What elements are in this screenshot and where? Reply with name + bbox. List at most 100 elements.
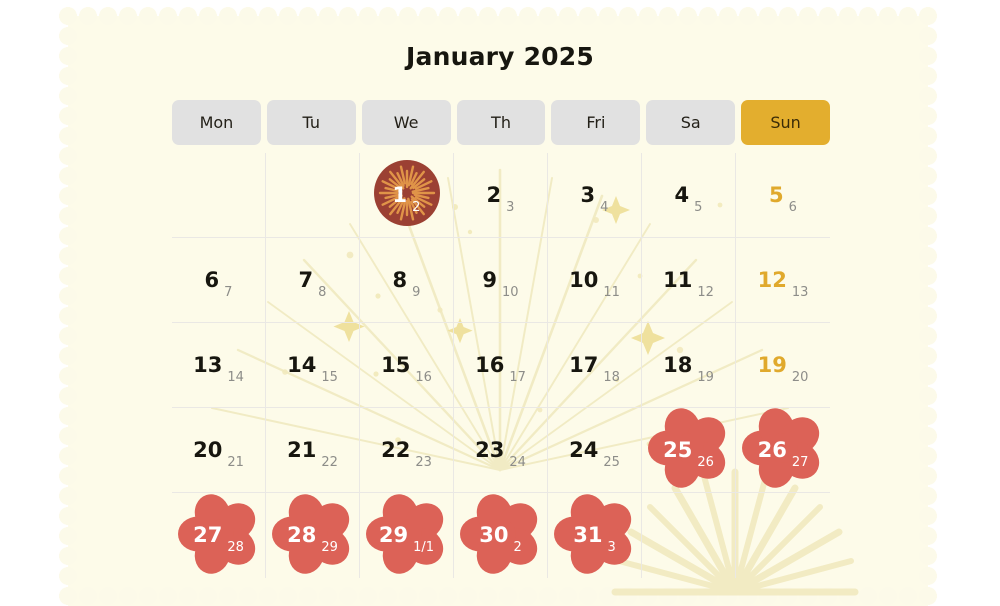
day-number: 19 bbox=[757, 352, 787, 377]
day-number: 29 bbox=[378, 523, 409, 547]
lunar-day-number: 15 bbox=[321, 369, 338, 385]
day-number: 26 bbox=[757, 437, 787, 462]
day-number-group: 34 bbox=[580, 182, 609, 214]
day-number-group: 10 11 bbox=[569, 269, 620, 299]
day-number: 22 bbox=[381, 437, 411, 462]
weekday-pill-sa[interactable]: Sa bbox=[646, 100, 736, 145]
day-number-group: 22 23 bbox=[381, 437, 432, 469]
calendar-day-cell[interactable]: 21 22 bbox=[266, 408, 360, 493]
lunar-day-number: 2 bbox=[513, 540, 522, 555]
lunar-day-number: 23 bbox=[415, 454, 432, 470]
calendar-day-cell[interactable]: 34 bbox=[548, 153, 642, 238]
day-number-group: 67 bbox=[205, 269, 233, 299]
day-number: 17 bbox=[569, 352, 599, 377]
day-number-group: 26 27 bbox=[757, 437, 809, 469]
weekday-pill-we[interactable]: We bbox=[361, 100, 451, 145]
calendar-day-cell[interactable]: 15 16 bbox=[360, 323, 454, 408]
calendar-day-cell[interactable]: 23 bbox=[454, 153, 548, 238]
lunar-day-number: 21 bbox=[227, 454, 244, 470]
calendar-day-cell[interactable]: 16 17 bbox=[454, 323, 548, 408]
day-number: 2 bbox=[486, 182, 502, 207]
calendar-day-cell[interactable]: 11 12 bbox=[642, 238, 736, 323]
lunar-day-number: 24 bbox=[509, 454, 526, 470]
lunar-day-number: 26 bbox=[697, 454, 714, 470]
calendar-day-cell[interactable]: 45 bbox=[642, 153, 736, 238]
weekday-pill-sun[interactable]: Sun bbox=[741, 100, 831, 145]
calendar-day-cell[interactable]: 28 29 bbox=[266, 493, 360, 578]
lunar-day-number: 11 bbox=[603, 284, 620, 300]
lunar-day-number: 18 bbox=[603, 369, 620, 385]
calendar-day-cell[interactable]: 13 14 bbox=[172, 323, 266, 408]
day-number: 8 bbox=[392, 267, 408, 292]
weekday-pill-tu[interactable]: Tu bbox=[266, 100, 356, 145]
weekday-pill-fri[interactable]: Fri bbox=[551, 100, 641, 145]
calendar-day-cell[interactable]: 10 11 bbox=[548, 238, 642, 323]
day-number: 13 bbox=[193, 352, 223, 377]
day-number-group: 27 28 bbox=[193, 523, 244, 555]
lunar-day-number: 12 bbox=[697, 284, 714, 300]
day-number: 28 bbox=[287, 523, 317, 547]
lunar-day-number: 28 bbox=[227, 540, 244, 555]
calendar-day-cell[interactable]: 14 15 bbox=[266, 323, 360, 408]
day-number-group: 16 17 bbox=[475, 352, 526, 384]
day-number-group: 11 12 bbox=[663, 267, 714, 299]
calendar-day-cell[interactable]: 31 3 bbox=[548, 493, 642, 578]
page-title: January 2025 bbox=[406, 42, 594, 71]
calendar-day-cell[interactable]: 24 25 bbox=[548, 408, 642, 493]
calendar-empty-cell bbox=[266, 153, 360, 238]
calendar-day-cell[interactable]: 18 19 bbox=[642, 323, 736, 408]
lunar-day-number: 29 bbox=[321, 540, 338, 555]
calendar-day-cell[interactable]: 9 10 bbox=[454, 238, 548, 323]
day-number-group: 18 19 bbox=[663, 354, 714, 384]
lunar-day-number: 13 bbox=[791, 284, 809, 300]
calendar-day-cell[interactable]: 26 27 bbox=[736, 408, 830, 493]
day-number-group: 12 bbox=[393, 184, 421, 214]
lunar-day-number: 19 bbox=[697, 369, 714, 385]
day-number-group: 28 29 bbox=[287, 523, 338, 555]
lunar-day-number: 9 bbox=[412, 284, 421, 300]
calendar-day-cell[interactable]: 67 bbox=[172, 238, 266, 323]
day-number-group: 23 bbox=[486, 182, 515, 214]
day-number-group: 23 24 bbox=[475, 439, 526, 469]
weekday-pill-mon[interactable]: Mon bbox=[172, 100, 261, 145]
calendar-day-cell[interactable]: 30 2 bbox=[454, 493, 548, 578]
day-number-group: 29 1/1 bbox=[378, 523, 434, 555]
calendar-empty-cell bbox=[642, 493, 736, 578]
calendar-day-cell[interactable]: 29 1/1 bbox=[360, 493, 454, 578]
calendar-day-cell[interactable]: 56 bbox=[736, 153, 830, 238]
calendar-day-cell[interactable]: 12 13 bbox=[736, 238, 830, 323]
day-number-group: 25 26 bbox=[663, 439, 714, 469]
calendar-day-cell[interactable]: 12 bbox=[360, 153, 454, 238]
calendar-day-cell[interactable]: 22 23 bbox=[360, 408, 454, 493]
day-number-group: 19 20 bbox=[757, 352, 809, 384]
day-number: 30 bbox=[479, 523, 509, 547]
day-number: 27 bbox=[193, 523, 223, 547]
lunar-day-number: 3 bbox=[607, 540, 616, 555]
lunar-day-number: 4 bbox=[600, 199, 609, 215]
weekday-pill-th[interactable]: Th bbox=[456, 100, 546, 145]
calendar-day-cell[interactable]: 27 28 bbox=[172, 493, 266, 578]
day-number-group: 56 bbox=[769, 182, 797, 214]
calendar-day-cell[interactable]: 78 bbox=[266, 238, 360, 323]
day-number: 3 bbox=[580, 182, 596, 207]
lunar-day-number: 14 bbox=[227, 369, 244, 385]
calendar-grid: 1 2 2 3 3 4 4 5 5 6 6 7 7 8 8 9 9 10 10 11 11 12 12 13 13 14 14 15 1… bbox=[172, 153, 830, 585]
calendar-day-cell[interactable]: 17 18 bbox=[548, 323, 642, 408]
calendar-day-cell[interactable]: 25 26 bbox=[642, 408, 736, 493]
lunar-day-number: 7 bbox=[224, 284, 233, 300]
calendar-day-cell[interactable]: 89 bbox=[360, 238, 454, 323]
calendar-day-cell[interactable]: 23 24 bbox=[454, 408, 548, 493]
day-number: 12 bbox=[757, 267, 787, 292]
calendar-day-cell[interactable]: 19 20 bbox=[736, 323, 830, 408]
weekday-header: Mon Tu We Th Fri Sa Sun bbox=[172, 100, 831, 145]
calendar-empty-cell bbox=[172, 153, 266, 238]
day-number: 16 bbox=[475, 352, 505, 377]
day-number: 11 bbox=[663, 267, 693, 292]
lunar-day-number: 27 bbox=[791, 454, 809, 470]
weekday-label: Mon bbox=[199, 113, 234, 132]
day-number-group: 89 bbox=[392, 267, 421, 299]
day-number: 5 bbox=[769, 182, 784, 207]
calendar-day-cell[interactable]: 20 21 bbox=[172, 408, 266, 493]
day-number: 4 bbox=[674, 182, 690, 207]
day-number-group: 9 10 bbox=[482, 269, 518, 299]
